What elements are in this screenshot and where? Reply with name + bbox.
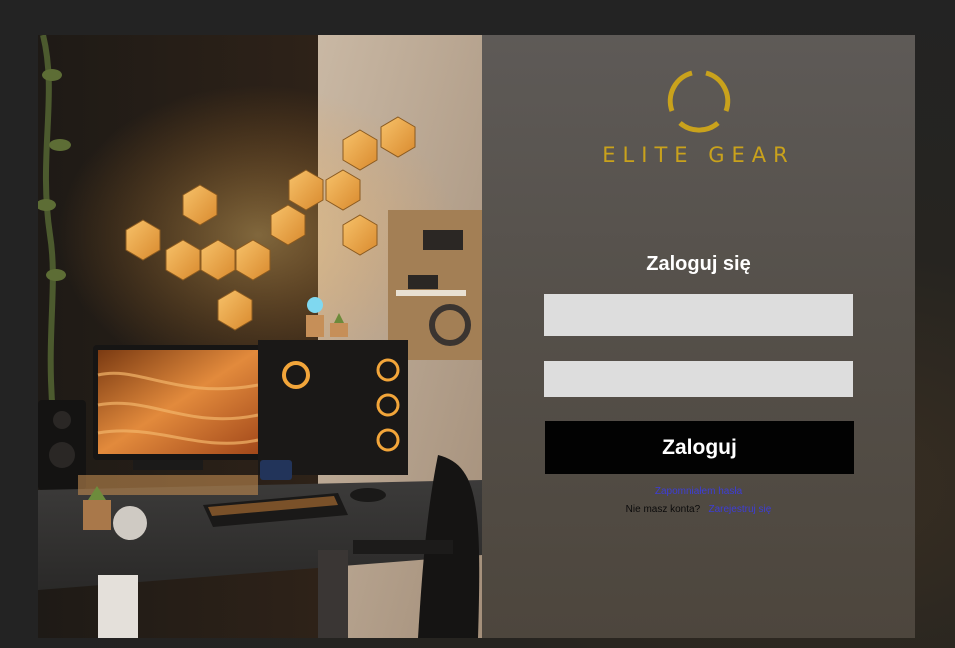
ring-logo-icon	[667, 70, 730, 133]
forgot-password-row: Zapomniałem hasła	[482, 486, 915, 497]
login-panel: ELITE GEAR Zaloguj się Zaloguj Zapomniał…	[482, 35, 915, 638]
login-title: Zaloguj się	[646, 253, 751, 275]
password-field[interactable]	[544, 361, 853, 397]
login-button[interactable]: Zaloguj	[545, 421, 854, 474]
register-row: Nie masz konta? Zarejestruj się	[482, 504, 915, 515]
username-field[interactable]	[544, 294, 853, 336]
hero-image	[38, 35, 482, 638]
no-account-text: Nie masz konta?	[625, 504, 701, 515]
forgot-password-link[interactable]: Zapomniałem hasła	[655, 486, 742, 497]
brand-name: ELITE GEAR	[602, 143, 795, 167]
login-page: ELITE GEAR Zaloguj się Zaloguj Zapomniał…	[0, 0, 955, 648]
register-link[interactable]: Zarejestruj się	[709, 504, 772, 515]
desk-setup-illustration	[38, 35, 482, 638]
